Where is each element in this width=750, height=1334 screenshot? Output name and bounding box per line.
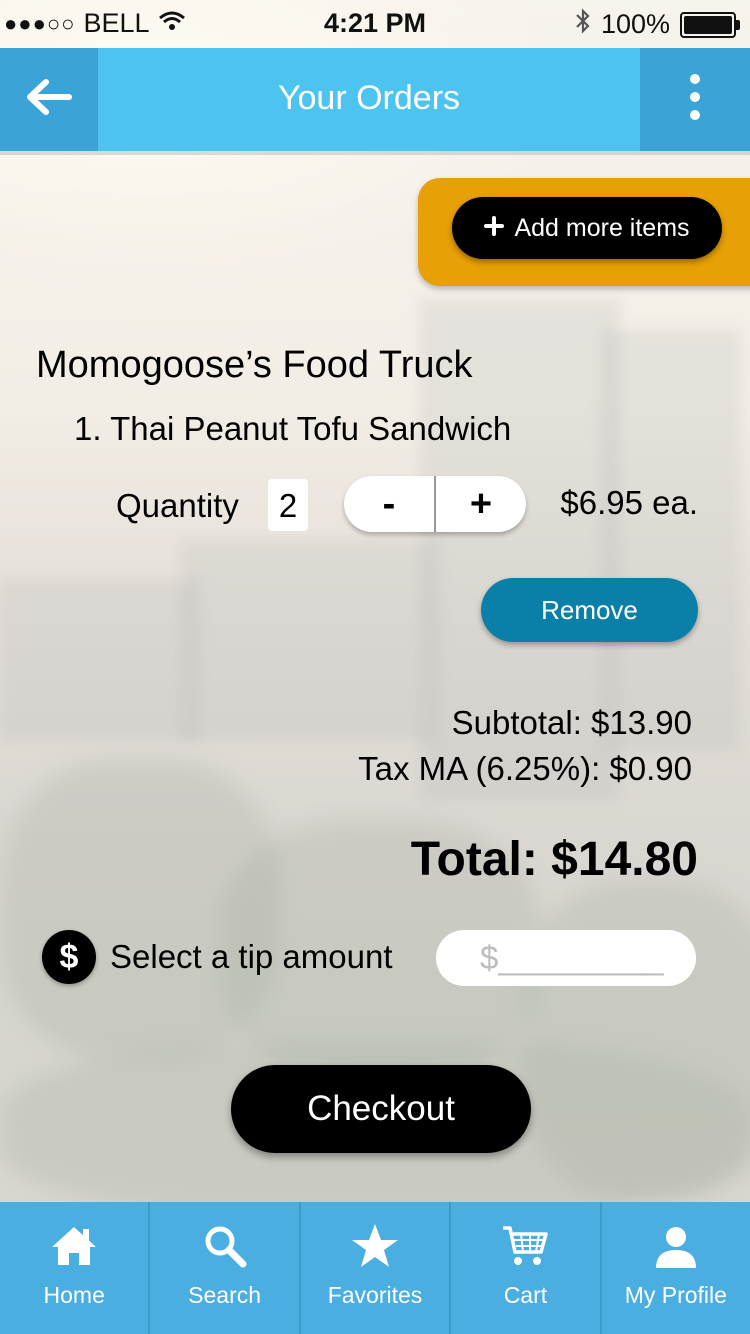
profile-icon — [654, 1222, 698, 1270]
bluetooth-icon — [575, 8, 591, 41]
add-more-items-label: Add more items — [514, 213, 690, 242]
subtotal: Subtotal: $13.90 — [451, 704, 692, 741]
order-total: Total: $14.80 — [410, 833, 698, 886]
star-icon — [351, 1222, 399, 1270]
plus-icon — [484, 214, 505, 243]
tab-my-profile-label: My Profile — [624, 1282, 727, 1308]
tab-favorites-label: Favorites — [327, 1282, 423, 1308]
vendor-name: Momogoose’s Food Truck — [36, 344, 473, 386]
checkout-button[interactable]: Checkout — [231, 1065, 531, 1153]
remove-item-button[interactable]: Remove — [481, 578, 698, 642]
quantity-label: Quantity — [116, 487, 239, 524]
decrement-button[interactable]: - — [344, 476, 434, 532]
search-icon — [203, 1222, 247, 1270]
app-header: Your Orders — [0, 48, 750, 151]
quantity-value[interactable]: 2 — [268, 479, 308, 531]
battery-percent: 100% — [600, 9, 670, 39]
tab-favorites[interactable]: Favorites — [301, 1202, 452, 1334]
bottom-tab-bar: Home Search Favorites Cart My Profile — [0, 1202, 750, 1334]
tip-amount-input[interactable] — [436, 930, 696, 986]
tab-home-label: Home — [43, 1282, 105, 1308]
header-shadow — [0, 151, 750, 155]
cart-icon — [501, 1222, 549, 1270]
more-options-button[interactable] — [640, 48, 750, 151]
unit-price: $6.95 ea. — [560, 484, 698, 521]
quantity-stepper: - + — [344, 476, 526, 532]
tab-my-profile[interactable]: My Profile — [602, 1202, 750, 1334]
tab-cart[interactable]: Cart — [451, 1202, 602, 1334]
status-bar: ●●●○○ BELL 4:21 PM 100% — [0, 0, 750, 48]
dollar-icon: $ — [42, 930, 96, 984]
home-icon — [50, 1222, 98, 1270]
order-item-name: 1. Thai Peanut Tofu Sandwich — [74, 410, 512, 447]
back-button[interactable] — [0, 48, 98, 151]
more-vertical-icon — [689, 73, 701, 126]
page-title: Your Orders — [277, 79, 461, 117]
tip-label: Select a tip amount — [110, 938, 393, 975]
increment-button[interactable]: + — [436, 476, 526, 532]
add-more-items-button[interactable]: Add more items — [452, 197, 722, 259]
tab-search[interactable]: Search — [150, 1202, 301, 1334]
battery-icon — [680, 11, 740, 38]
tax-amount: Tax MA (6.25%): $0.90 — [358, 750, 692, 787]
tab-search-label: Search — [188, 1282, 262, 1308]
tab-cart-label: Cart — [503, 1282, 548, 1308]
tab-home[interactable]: Home — [0, 1202, 151, 1334]
arrow-left-icon — [26, 79, 72, 120]
